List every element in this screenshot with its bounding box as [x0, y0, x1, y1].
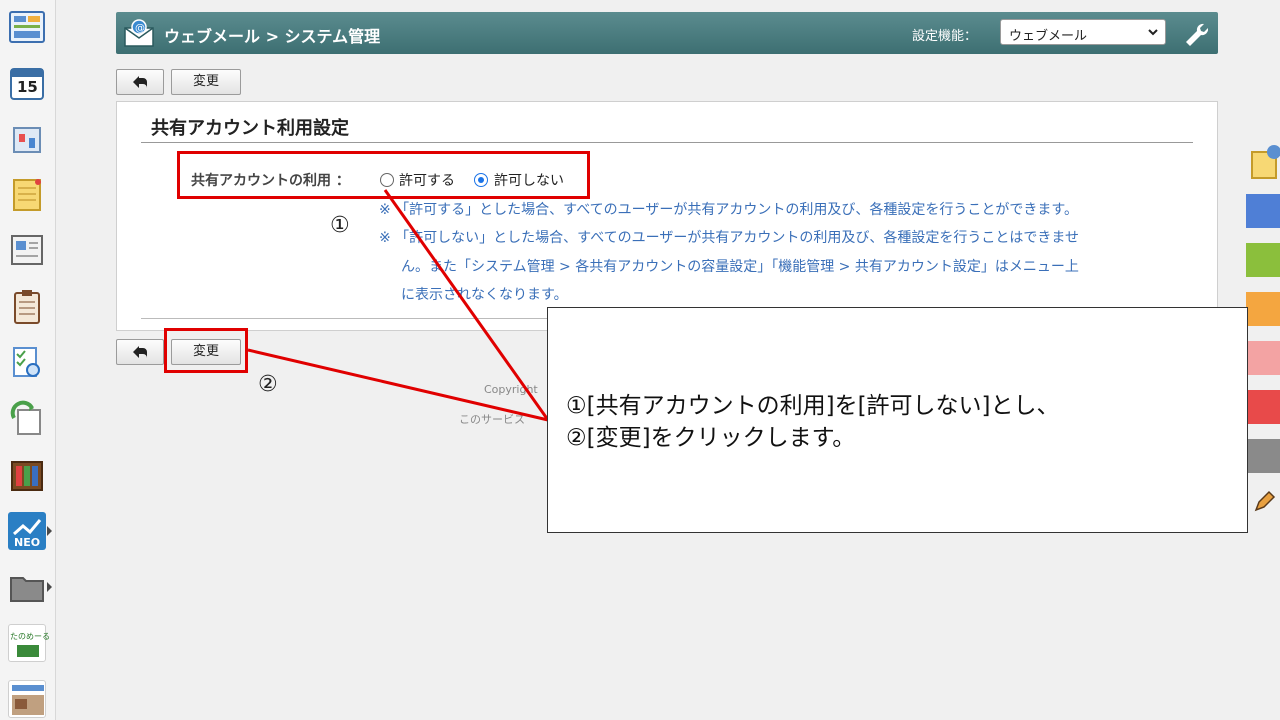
note-disallow-end: に表示されなくなります。	[401, 287, 568, 303]
settings-select-value: ウェブメール	[1009, 29, 1088, 44]
webmail-icon: @	[124, 19, 154, 47]
back-button[interactable]	[116, 69, 164, 95]
folder-icon[interactable]	[8, 568, 46, 606]
instruction-line-2: ②[変更]をクリックします。	[566, 425, 856, 451]
note-allow: ※ 「許可する」とした場合、すべてのユーザーが共有アカウントの利用及び、各種設定…	[379, 202, 1078, 218]
blue-swatch[interactable]	[1246, 194, 1280, 228]
pink-swatch[interactable]	[1246, 341, 1280, 375]
wrench-icon[interactable]	[1182, 20, 1208, 46]
report-icon[interactable]	[8, 288, 46, 326]
chevron-down-icon	[1148, 29, 1158, 36]
sticky-note-icon[interactable]	[1250, 142, 1280, 180]
back-arrow-icon	[133, 346, 147, 358]
orange-swatch[interactable]	[1246, 292, 1280, 326]
instruction-line-1: ①[共有アカウントの利用]を[許可しない]とし、	[566, 393, 1060, 419]
gray-swatch[interactable]	[1246, 439, 1280, 473]
settings-function-select[interactable]: ウェブメール	[1000, 19, 1166, 45]
bulletin-icon[interactable]	[8, 232, 46, 270]
back-arrow-icon	[133, 76, 147, 88]
title-divider	[141, 142, 1193, 143]
workflow-icon[interactable]	[8, 400, 46, 438]
settings-panel: 共有アカウント利用設定 共有アカウントの利用 ： 許可する 許可しない ※ 「許…	[116, 101, 1218, 331]
pencil-icon[interactable]	[1252, 490, 1276, 514]
banner-icon[interactable]	[8, 680, 46, 718]
search-icon[interactable]	[8, 344, 46, 382]
change-highlight-box	[164, 328, 248, 373]
portal-icon[interactable]	[8, 8, 46, 46]
calendar-icon[interactable]: 15	[8, 64, 46, 102]
color-palette	[1246, 0, 1280, 720]
neo-text: NEO	[14, 536, 41, 549]
red-swatch[interactable]	[1246, 390, 1280, 424]
neo-expand-arrow-icon[interactable]	[47, 526, 52, 536]
svg-text:@: @	[135, 23, 145, 34]
usage-highlight-box	[177, 151, 590, 199]
green-swatch[interactable]	[1246, 243, 1280, 277]
service-text: このサービス	[459, 413, 525, 426]
change-button-top[interactable]: 変更	[171, 69, 241, 95]
neo-icon[interactable]: NEO	[8, 512, 46, 550]
marker-one: ①	[330, 213, 350, 238]
page-title: ウェブメール > システム管理	[164, 27, 381, 46]
cabinet-icon[interactable]	[8, 456, 46, 494]
instruction-callout: ①[共有アカウントの利用]を[許可しない]とし、 ②[変更]をクリックします。	[547, 307, 1248, 533]
note-disallow: ※ 「許可しない」とした場合、すべてのユーザーが共有アカウントの利用及び、各種設…	[379, 230, 1079, 246]
page-header: @ ウェブメール > システム管理 設定機能： ウェブメール	[116, 12, 1218, 54]
facility-icon[interactable]	[8, 120, 46, 158]
marker-two: ②	[258, 372, 278, 397]
calendar-day-text: 15	[17, 78, 38, 96]
back-button-bottom[interactable]	[116, 339, 164, 365]
settings-function-label: 設定機能：	[912, 29, 978, 44]
folder-expand-arrow-icon[interactable]	[47, 582, 52, 592]
panel-title: 共有アカウント利用設定	[151, 118, 349, 139]
note-disallow-cont: ん。また「システム管理 > 各共有アカウントの容量設定」「機能管理 > 共有アカ…	[401, 259, 1079, 275]
app-launcher-sidebar: 15 NEO たのめーる	[0, 0, 56, 720]
copyright-text: Copyright	[484, 383, 538, 396]
tanomail-text: たのめーる	[10, 632, 50, 641]
tanomail-icon[interactable]: たのめーる	[8, 624, 50, 662]
memo-icon[interactable]	[8, 176, 46, 214]
